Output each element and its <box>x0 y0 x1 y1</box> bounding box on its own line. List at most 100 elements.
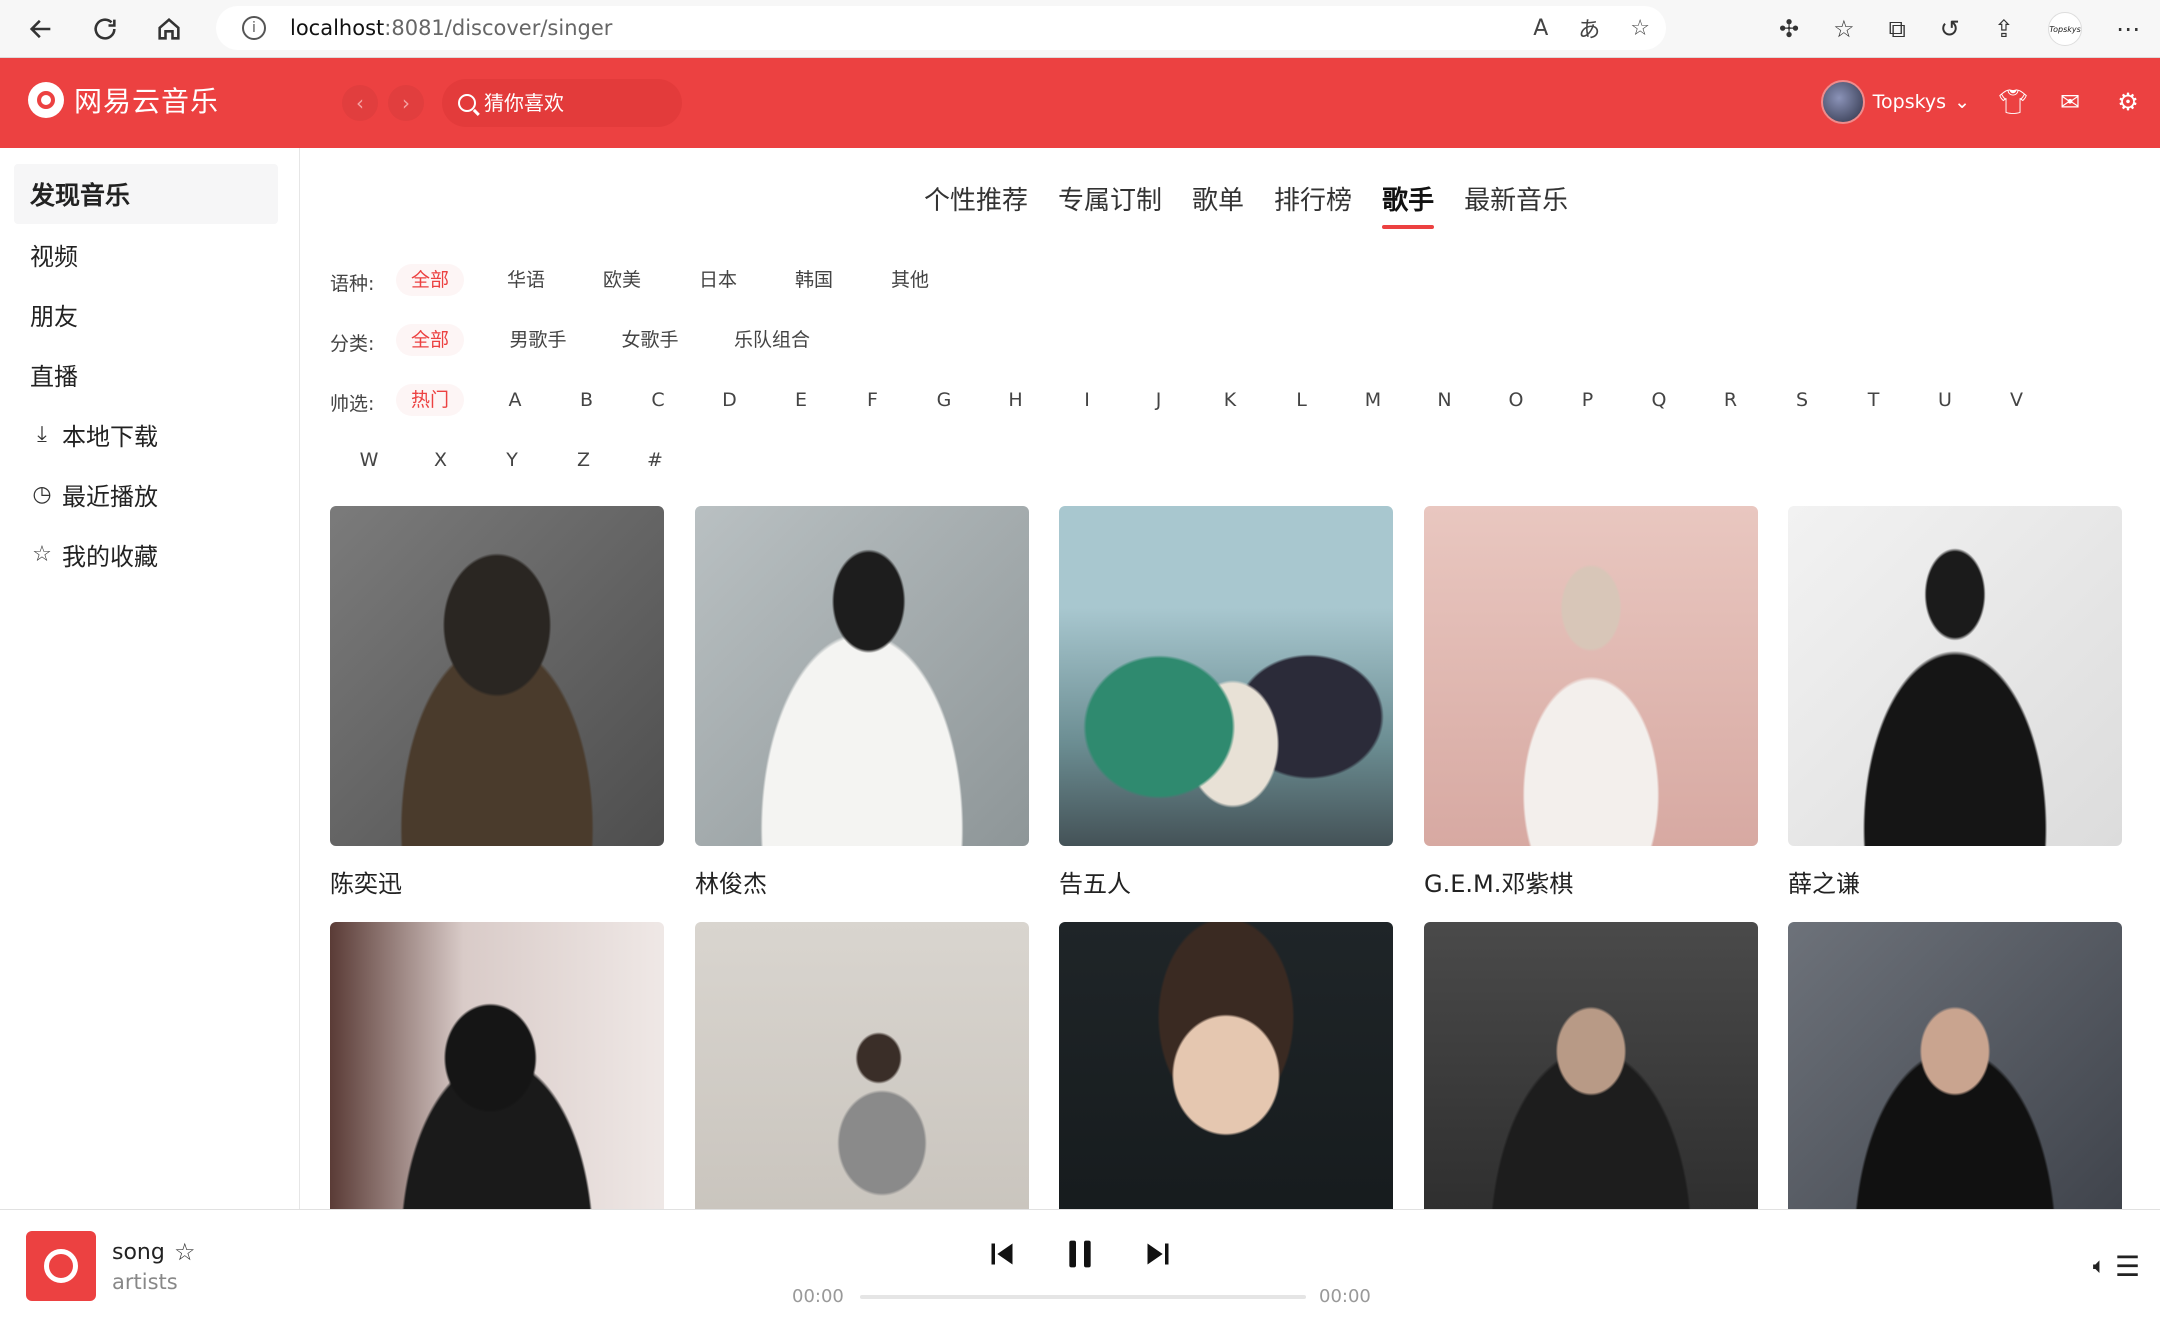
song-artist[interactable]: artists <box>112 1270 178 1294</box>
previous-button[interactable] <box>986 1234 1018 1274</box>
filter-index-chip[interactable]: H <box>991 384 1041 416</box>
filter-language-chip[interactable]: 欧美 <box>588 264 656 296</box>
filter-category-chip[interactable]: 乐队组合 <box>722 324 822 356</box>
song-title[interactable]: song <box>112 1240 165 1265</box>
tab-ranking[interactable]: 排行榜 <box>1274 180 1352 217</box>
filter-index-chip[interactable]: P <box>1563 384 1613 416</box>
filter-language-chip[interactable]: 华语 <box>492 264 560 296</box>
tab-singer[interactable]: 歌手 <box>1382 180 1435 229</box>
filter-index-chip[interactable]: F <box>848 384 898 416</box>
filter-index-chip[interactable]: # <box>630 444 680 476</box>
user-menu[interactable]: Topskys ⌄ <box>1820 80 1970 124</box>
search-input[interactable] <box>484 91 664 115</box>
tab-custom[interactable]: 专属订制 <box>1058 180 1162 217</box>
singer-photo[interactable] <box>330 506 664 846</box>
next-button[interactable] <box>1142 1234 1174 1274</box>
filter-index-chip[interactable]: E <box>776 384 826 416</box>
refresh-icon[interactable] <box>82 6 128 52</box>
extensions-icon[interactable]: ✣ <box>1779 15 1799 43</box>
filter-category-chip[interactable]: 全部 <box>396 324 464 356</box>
chevron-down-icon[interactable]: ⌄ <box>1954 91 1970 113</box>
volume-icon[interactable]: 🔈︎ <box>2093 1254 2106 1279</box>
tab-recommend[interactable]: 个性推荐 <box>924 180 1028 217</box>
more-icon[interactable]: ⋯ <box>2116 15 2140 43</box>
filter-language-chip[interactable]: 全部 <box>396 264 464 296</box>
skin-icon[interactable]: 👕︎ <box>1998 88 2028 116</box>
mail-icon[interactable]: ✉ <box>2056 88 2084 116</box>
address-bar[interactable]: i localhost:8081/discover/singer A あ ☆ <box>216 6 1666 50</box>
sidebar-item-video[interactable]: 视频 <box>14 224 278 284</box>
singer-name[interactable]: 告五人 <box>1059 864 1393 899</box>
filter-index-chip[interactable]: C <box>633 384 683 416</box>
filter-index-chip[interactable]: I <box>1062 384 1112 416</box>
filter-index-chip[interactable]: X <box>416 444 466 476</box>
filter-index-chip[interactable]: D <box>705 384 755 416</box>
filter-index-chip[interactable]: Y <box>487 444 537 476</box>
profile-avatar[interactable]: Topskys <box>2048 12 2082 46</box>
filter-language-chip[interactable]: 日本 <box>684 264 752 296</box>
home-icon[interactable] <box>146 6 192 52</box>
filter-index-chip[interactable]: L <box>1277 384 1327 416</box>
filter-index-chip[interactable]: V <box>1992 384 2042 416</box>
singer-photo[interactable] <box>695 506 1029 846</box>
back-icon[interactable] <box>18 6 64 52</box>
filter-index-chip[interactable]: M <box>1348 384 1398 416</box>
favorites-icon[interactable]: ☆ <box>1833 15 1855 43</box>
filter-category-chip[interactable]: 男歌手 <box>498 324 578 356</box>
nav-forward-icon[interactable]: › <box>388 85 424 121</box>
read-aloud-icon[interactable]: A <box>1533 16 1548 41</box>
singer-card[interactable]: 林俊杰 <box>695 506 1029 899</box>
progress-bar[interactable] <box>860 1295 1306 1299</box>
filter-category-chip[interactable]: 女歌手 <box>610 324 690 356</box>
singer-card[interactable]: G.E.M.邓紫棋 <box>1424 506 1758 899</box>
singer-photo[interactable] <box>1424 506 1758 846</box>
like-star-icon[interactable]: ☆ <box>174 1238 196 1266</box>
sidebar-item-discover[interactable]: 发现音乐 <box>14 164 278 224</box>
singer-photo[interactable] <box>1059 506 1393 846</box>
history-icon[interactable]: ↺ <box>1940 15 1960 43</box>
pause-button[interactable] <box>1062 1234 1098 1274</box>
singer-photo[interactable] <box>1788 506 2122 846</box>
nav-back-icon[interactable]: ‹ <box>342 85 378 121</box>
filter-index-chip[interactable]: O <box>1491 384 1541 416</box>
sidebar-item-friends[interactable]: 朋友 <box>14 284 278 344</box>
search-box[interactable] <box>442 79 682 127</box>
tab-playlist[interactable]: 歌单 <box>1192 180 1244 217</box>
filter-index-chip[interactable]: Q <box>1634 384 1684 416</box>
singer-name[interactable]: 陈奕迅 <box>330 864 664 899</box>
singer-card[interactable]: 告五人 <box>1059 506 1393 899</box>
filter-index-chip[interactable]: T <box>1849 384 1899 416</box>
filter-index-chip[interactable]: Z <box>559 444 609 476</box>
filter-index-chip[interactable]: S <box>1777 384 1827 416</box>
filter-index-chip[interactable]: U <box>1920 384 1970 416</box>
singer-card[interactable]: 薛之谦 <box>1788 506 2122 899</box>
filter-index-chip[interactable]: A <box>490 384 540 416</box>
collections-icon[interactable]: ⧉ <box>1889 15 1906 43</box>
singer-name[interactable]: G.E.M.邓紫棋 <box>1424 864 1758 899</box>
sidebar-item-downloads[interactable]: ⤓ 本地下载 <box>14 404 278 464</box>
filter-index-chip[interactable]: 热门 <box>396 384 464 416</box>
album-cover[interactable] <box>26 1231 96 1301</box>
share-icon[interactable]: ⇪ <box>1994 15 2014 43</box>
filter-language-chip[interactable]: 韩国 <box>780 264 848 296</box>
site-info-icon[interactable]: i <box>242 16 266 40</box>
settings-icon[interactable]: ⚙ <box>2114 88 2142 116</box>
filter-index-chip[interactable]: J <box>1134 384 1184 416</box>
filter-index-chip[interactable]: N <box>1420 384 1470 416</box>
filter-index-chip[interactable]: B <box>562 384 612 416</box>
filter-index-chip[interactable]: R <box>1706 384 1756 416</box>
translate-icon[interactable]: あ <box>1578 12 1600 44</box>
sidebar-item-recent[interactable]: ◷ 最近播放 <box>14 464 278 524</box>
favorite-add-icon[interactable]: ☆ <box>1630 16 1650 41</box>
filter-index-chip[interactable]: G <box>919 384 969 416</box>
filter-index-chip[interactable]: W <box>344 444 394 476</box>
singer-card[interactable]: 陈奕迅 <box>330 506 664 899</box>
singer-name[interactable]: 薛之谦 <box>1788 864 2122 899</box>
username[interactable]: Topskys <box>1873 91 1946 113</box>
user-avatar[interactable] <box>1820 80 1865 124</box>
singer-name[interactable]: 林俊杰 <box>695 864 1029 899</box>
sidebar-item-favorites[interactable]: ☆ 我的收藏 <box>14 524 278 584</box>
filter-language-chip[interactable]: 其他 <box>876 264 944 296</box>
app-logo[interactable]: 网易云音乐 <box>28 80 219 120</box>
sidebar-item-live[interactable]: 直播 <box>14 344 278 404</box>
